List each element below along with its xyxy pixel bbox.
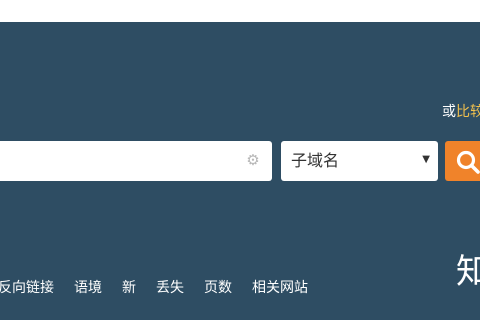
compare-prefix: 或 xyxy=(442,104,456,120)
nav-item-context[interactable]: 语境 xyxy=(74,278,102,298)
nav-item-related-sites[interactable]: 相关网站 xyxy=(252,278,308,298)
nav-bar: 反向链接 语境 新 丢失 页数 相关网站 xyxy=(0,278,328,298)
search-input[interactable] xyxy=(0,141,272,181)
nav-item-pages[interactable]: 页数 xyxy=(204,278,232,298)
gear-icon[interactable]: ⚙ xyxy=(244,151,262,169)
select-value: 子域名 xyxy=(291,151,340,170)
compare-highlight[interactable]: 比较 xyxy=(456,104,480,120)
search-button[interactable] xyxy=(445,141,480,181)
nav-item-new[interactable]: 新 xyxy=(122,278,136,298)
chevron-down-icon: ▼ xyxy=(422,154,430,165)
nav-item-backlinks[interactable]: 反向链接 xyxy=(0,278,54,298)
subdomain-select[interactable]: 子域名 ▼ xyxy=(281,141,438,181)
brand-glyph: 知 xyxy=(456,252,480,292)
nav-item-lost[interactable]: 丢失 xyxy=(156,278,184,298)
search-icon xyxy=(456,150,480,174)
compare-link[interactable]: 或比较 xyxy=(442,103,480,121)
top-strip xyxy=(0,0,480,22)
